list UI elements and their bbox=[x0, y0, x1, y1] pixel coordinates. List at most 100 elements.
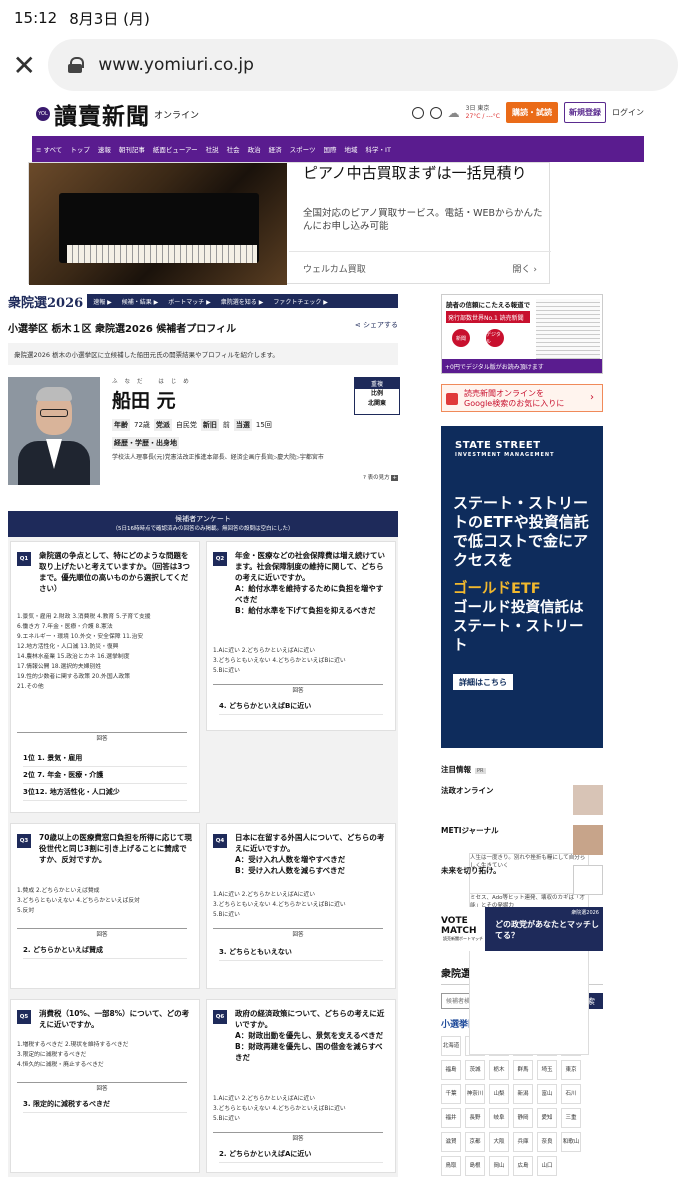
site-logo[interactable]: 讀賣新聞 bbox=[54, 97, 150, 131]
prefecture-link[interactable]: 石川 bbox=[561, 1084, 581, 1104]
prefecture-link[interactable]: 広島 bbox=[513, 1156, 533, 1176]
prefecture-link[interactable]: 長野 bbox=[465, 1108, 485, 1128]
prefecture-link[interactable]: 新潟 bbox=[513, 1084, 533, 1104]
ad-title[interactable]: ピアノ中古買取まずは一括見積り bbox=[303, 163, 543, 183]
election-link[interactable]: 速報 ▶ bbox=[93, 297, 112, 306]
state-street-ad[interactable]: STATE STREET INVESTMENT MANAGEMENT ステート・ス… bbox=[441, 426, 603, 748]
nav-item[interactable]: 地域 bbox=[345, 144, 358, 154]
nav-item[interactable]: 朝刊記事 bbox=[119, 144, 145, 154]
question-options: 1.景気・雇用 2.財政 3.消費税 4.教育 5.子育て支援 6.働き方 7.… bbox=[17, 612, 193, 692]
prefecture-link[interactable]: 三重 bbox=[561, 1108, 581, 1128]
sponsored-thumbnail bbox=[573, 865, 603, 895]
nav-item[interactable]: 経済 bbox=[269, 144, 282, 154]
prefecture-link[interactable]: 福井 bbox=[441, 1108, 461, 1128]
vote-brand: VOTE MATCH bbox=[441, 916, 477, 936]
election-link[interactable]: ボートマッチ ▶ bbox=[168, 297, 211, 306]
register-button[interactable]: 新規登録 bbox=[564, 102, 606, 123]
sponsored-item[interactable]: 法政オンライン 人生は一度きり。別れや挫折も糧にして自分らしく生きていく bbox=[441, 785, 603, 975]
wins-label: 当選 bbox=[233, 419, 252, 431]
subscribe-button[interactable]: 購読・試読 bbox=[506, 102, 558, 123]
piano-ad[interactable]: ピアノ中古買取まずは一括見積り 全国対応のピアノ買取サービス。電話・WEBからか… bbox=[28, 162, 551, 285]
election-title[interactable]: 衆院選2026 bbox=[8, 292, 83, 311]
sponsored-thumbnail bbox=[573, 785, 603, 815]
option-line: 1.賛成 2.どちらかといえば賛成 bbox=[17, 888, 100, 894]
plus-icon: + bbox=[391, 475, 398, 481]
intro-text: 衆院選2026 栃木の小選挙区に立候補した船田元氏の開票結果やプロフィルを紹介し… bbox=[8, 343, 398, 365]
option-line: 6.働き方 7.年金・医療・介護 8.憲法 bbox=[17, 624, 113, 630]
election-link[interactable]: 衆院選を知る ▶ bbox=[221, 297, 264, 306]
nav-item[interactable]: トップ bbox=[70, 144, 90, 154]
nav-item[interactable]: 政治 bbox=[248, 144, 261, 154]
sponsored-item[interactable]: 未来を切り拓け。 「未来」を創る。各界のリーダーが語る「挑む」理由。 bbox=[441, 865, 603, 1055]
election-link[interactable]: 候補・結果 ▶ bbox=[122, 297, 159, 306]
ad-circle: 新聞 bbox=[452, 329, 470, 347]
question-options: 1.Aに近い 2.どちらかといえばAに近い 3.どちらともいえない 4.どちらか… bbox=[213, 1094, 389, 1124]
prefecture-link[interactable]: 愛知 bbox=[537, 1108, 557, 1128]
status-label: 新旧 bbox=[200, 419, 219, 431]
prefecture-link[interactable]: 鳥取 bbox=[441, 1156, 461, 1176]
election-link[interactable]: ファクトチェック ▶ bbox=[273, 297, 328, 306]
prefecture-link[interactable]: 山口 bbox=[537, 1156, 557, 1176]
prefecture-link[interactable]: 埼玉 bbox=[537, 1060, 557, 1080]
prefecture-link[interactable]: 東京 bbox=[561, 1060, 581, 1080]
vote-sub: 読売新聞ボートマッチ bbox=[443, 936, 483, 941]
prefecture-link[interactable]: 千葉 bbox=[441, 1084, 461, 1104]
prefecture-link[interactable]: 奈良 bbox=[537, 1132, 557, 1152]
yol-logo[interactable]: YOL bbox=[36, 107, 50, 121]
weather[interactable]: 3日 東京 27°C / ---°C bbox=[466, 105, 500, 121]
table-legend-link[interactable]: ? 表の見方 + bbox=[363, 473, 398, 481]
prefecture-link[interactable]: 京都 bbox=[465, 1132, 485, 1152]
help-icon[interactable] bbox=[429, 106, 442, 119]
vote-match-banner[interactable]: VOTE MATCH 読売新聞ボートマッチ 衆院選2026 どの政党があなたとマッ… bbox=[441, 907, 603, 951]
google-banner-text: 読売新聞オンラインを Google検索のお気に入りに bbox=[464, 389, 565, 408]
nav-item[interactable]: 速報 bbox=[98, 144, 111, 154]
address-bar[interactable]: www.yomiuri.co.jp bbox=[48, 39, 678, 91]
nav-item[interactable]: 紙面ビューアー bbox=[153, 144, 198, 154]
prefecture-link[interactable]: 富山 bbox=[537, 1084, 557, 1104]
nav-item[interactable]: 科学・IT bbox=[366, 144, 391, 154]
share-icon: ⋖ bbox=[354, 321, 361, 329]
answer-header: 回答 bbox=[213, 928, 383, 938]
question-text: 年金・医療などの社会保障費は増え続けています。社会保障制度の維持に関して、どちら… bbox=[235, 551, 385, 582]
option-line: 21.その他 bbox=[17, 684, 44, 690]
prefecture-link[interactable]: 茨城 bbox=[465, 1060, 485, 1080]
ss-details-button[interactable]: 詳細はこちら bbox=[453, 674, 513, 690]
nav-item[interactable]: 社会 bbox=[227, 144, 240, 154]
prefecture-link[interactable]: 群馬 bbox=[513, 1060, 533, 1080]
prefecture-link[interactable]: 島根 bbox=[465, 1156, 485, 1176]
nav-item[interactable]: スポーツ bbox=[290, 144, 316, 154]
yomiuri-ad[interactable]: 読者の信頼にこたえる報道で 発行部数世界No.1 読売新聞 新聞 デジタル +0… bbox=[441, 294, 603, 374]
status-time: 15:12 bbox=[14, 9, 58, 27]
login-button[interactable]: ログイン bbox=[612, 107, 644, 118]
prefecture-link[interactable]: 岐阜 bbox=[489, 1108, 509, 1128]
close-icon[interactable]: ✕ bbox=[0, 49, 48, 82]
prefecture-link[interactable]: 神奈川 bbox=[465, 1084, 485, 1104]
sponsored-item[interactable]: METIジャーナル ミセス、Ado等ヒット連発、壊収のカギは「才能」とその発掘力 bbox=[441, 825, 603, 1015]
nav-item[interactable]: ≡ すべて bbox=[36, 144, 62, 154]
google-favorite-banner[interactable]: 読売新聞オンラインを Google検索のお気に入りに › bbox=[441, 384, 603, 412]
prefecture-link[interactable]: 静岡 bbox=[513, 1108, 533, 1128]
nav-item[interactable]: 社説 bbox=[206, 144, 219, 154]
prefecture-link[interactable]: 福島 bbox=[441, 1060, 461, 1080]
share-button[interactable]: ⋖ シェアする bbox=[355, 320, 398, 335]
question-number: Q5 bbox=[17, 1010, 31, 1024]
nav-item[interactable]: 国際 bbox=[324, 144, 337, 154]
ad-text: 全国対応のピアノ買取サービス。電話・WEBからかんたんにお申し込み可能 bbox=[303, 208, 543, 232]
prefecture-link[interactable]: 兵庫 bbox=[513, 1132, 533, 1152]
question-options: 1.増税するべきだ 2.現状を維持するべきだ 3.限定的に減税するべきだ 4.恒… bbox=[17, 1040, 193, 1070]
option-line: 17.情報公開 18.選択的夫婦別姓 bbox=[17, 664, 102, 670]
prefecture-link[interactable]: 滋賀 bbox=[441, 1132, 461, 1152]
prefecture-link[interactable]: 栃木 bbox=[489, 1060, 509, 1080]
prefecture-link[interactable]: 和歌山 bbox=[561, 1132, 581, 1152]
vote-question: どの政党があなたとマッチしてる？ bbox=[495, 920, 599, 940]
prefecture-link[interactable]: 山梨 bbox=[489, 1084, 509, 1104]
chevron-right-icon: › bbox=[533, 265, 537, 275]
prefecture-link[interactable]: 大阪 bbox=[489, 1132, 509, 1152]
prefecture-link[interactable]: 北海道 bbox=[441, 1036, 461, 1056]
search-icon[interactable] bbox=[411, 106, 424, 119]
ad-open-button[interactable]: 開く › bbox=[513, 262, 538, 275]
sidebar: 読者の信頼にこたえる報道で 発行部数世界No.1 読売新聞 新聞 デジタル +0… bbox=[441, 294, 603, 1176]
chevron-right-icon: › bbox=[590, 392, 594, 403]
ad-open-label: 開く bbox=[512, 265, 531, 275]
prefecture-link[interactable]: 岡山 bbox=[489, 1156, 509, 1176]
